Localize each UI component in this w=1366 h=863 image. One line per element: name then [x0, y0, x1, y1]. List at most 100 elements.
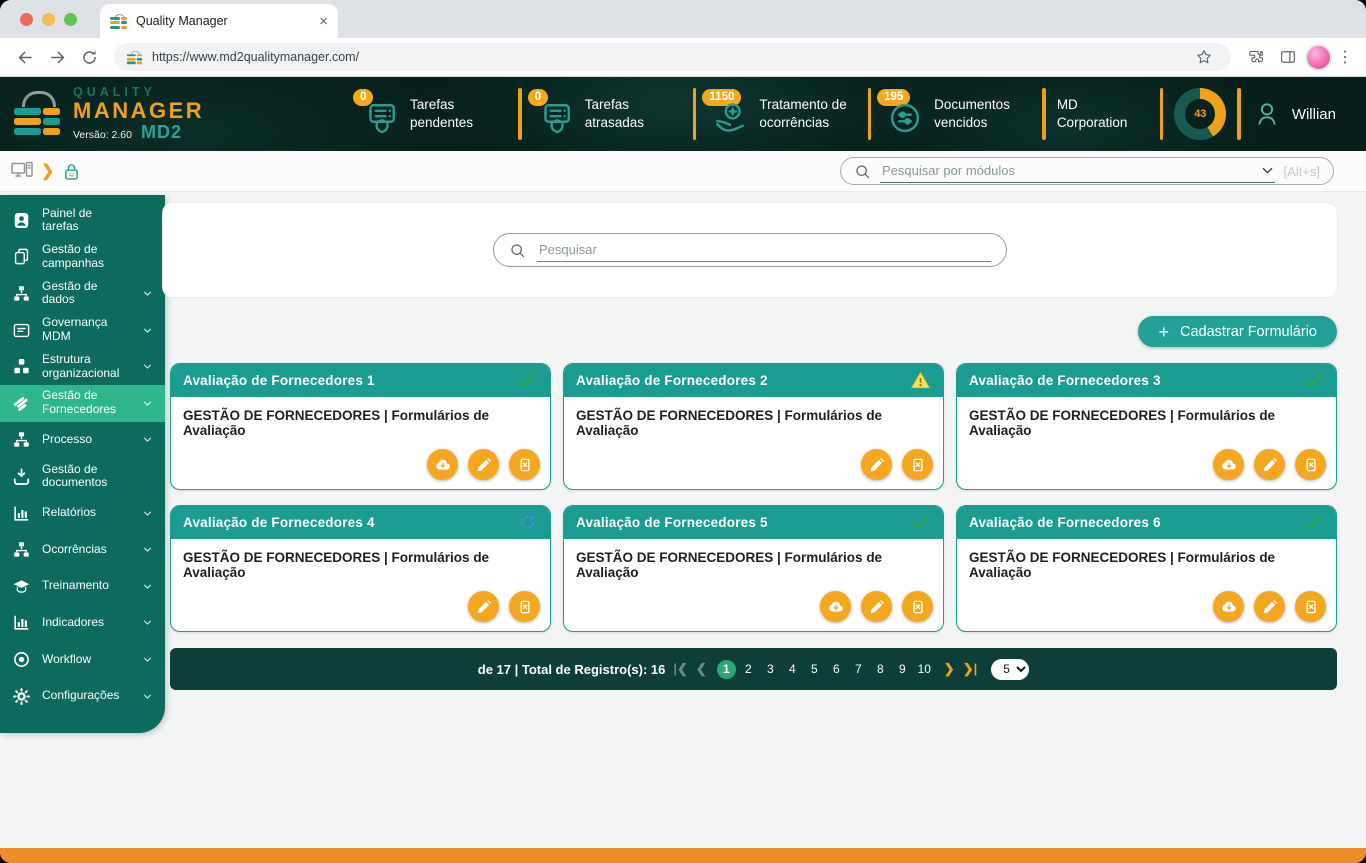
add-form-button-label: Cadastrar Formulário: [1180, 324, 1317, 340]
form-card-body: GESTÃO DE FORNECEDORES | Formulários de …: [957, 397, 1336, 489]
edit-button[interactable]: [861, 591, 892, 622]
header-nav-items: 0 Tarefas pendentes 0 Tarefas atrasadas …: [358, 88, 1057, 140]
sidebar-item-treinamento[interactable]: Treinamento: [0, 568, 165, 605]
form-card-title: Avaliação de Fornecedores 4: [183, 515, 375, 530]
form-card-actions: [468, 591, 540, 622]
header-separator: [868, 88, 872, 140]
delete-button[interactable]: [902, 591, 933, 622]
page-number-10[interactable]: 10: [915, 660, 934, 679]
form-card-header: Avaliação de Fornecedores 4: [171, 506, 550, 539]
edit-button[interactable]: [1254, 449, 1285, 480]
download-button[interactable]: [1213, 591, 1244, 622]
user-menu[interactable]: Willian: [1252, 99, 1336, 129]
download-button[interactable]: [820, 591, 851, 622]
form-card-actions: [861, 449, 933, 480]
page-size-select[interactable]: 5: [991, 659, 1029, 680]
sidebar-item-painel-de-tarefas[interactable]: Painel de tarefas: [0, 202, 165, 239]
delete-button[interactable]: [902, 449, 933, 480]
sidebar-item-workflow[interactable]: Workflow: [0, 641, 165, 678]
next-page-icon[interactable]: ❯: [940, 661, 959, 677]
form-card-body: GESTÃO DE FORNECEDORES | Formulários de …: [564, 539, 943, 631]
header-separator: [1237, 88, 1241, 140]
last-page-icon[interactable]: ❯|: [959, 661, 982, 677]
edit-button[interactable]: [468, 449, 499, 480]
nav-item-label: Documentos vencidos: [934, 96, 1027, 131]
header-nav-item[interactable]: 195 Documentos vencidos: [882, 92, 1031, 136]
sidebar-item-label: Relatórios: [42, 506, 131, 520]
sidebar-item-relatórios[interactable]: Relatórios: [0, 495, 165, 532]
sidebar-item-gestão-de-dados[interactable]: Gestão de dados: [0, 275, 165, 312]
company-name: MD Corporation: [1057, 96, 1149, 132]
first-page-icon[interactable]: |❮: [669, 661, 692, 677]
prev-page-icon[interactable]: ❮: [692, 661, 711, 677]
sidebar-item-gestão-de-documentos[interactable]: Gestão de documentos: [0, 458, 165, 495]
browser-tab[interactable]: Quality Manager ×: [100, 4, 338, 38]
window-controls: [20, 13, 77, 26]
forward-button[interactable]: [42, 43, 72, 71]
form-card-header: Avaliação de Fornecedores 3: [957, 364, 1336, 397]
header-nav-item[interactable]: 1150 Tratamento de ocorrências: [707, 92, 856, 136]
maximize-window-button[interactable]: [64, 13, 77, 26]
edit-button[interactable]: [1254, 591, 1285, 622]
page-number-9[interactable]: 9: [893, 660, 912, 679]
progress-donut-chart[interactable]: 43: [1174, 88, 1226, 140]
edit-button[interactable]: [861, 449, 892, 480]
sidebar-item-gestão-de-campanhas[interactable]: Gestão de campanhas: [0, 239, 165, 276]
download-button[interactable]: [427, 449, 458, 480]
add-form-button[interactable]: + Cadastrar Formulário: [1138, 316, 1337, 347]
sidebar-item-governança-mdm[interactable]: Governança MDM: [0, 312, 165, 349]
page-number-4[interactable]: 4: [783, 660, 802, 679]
workstation-icon[interactable]: [10, 159, 34, 183]
profile-avatar[interactable]: [1305, 44, 1332, 71]
sidebar-item-estrutura-organizacional[interactable]: Estrutura organizacional: [0, 348, 165, 385]
side-panel-icon[interactable]: [1273, 43, 1303, 71]
warning-status-icon: [910, 370, 931, 391]
chevron-down-icon[interactable]: [1260, 163, 1275, 178]
sidebar-item-indicadores[interactable]: Indicadores: [0, 605, 165, 642]
form-card-title: Avaliação de Fornecedores 6: [969, 515, 1161, 530]
close-window-button[interactable]: [20, 13, 33, 26]
page-number-3[interactable]: 3: [761, 660, 780, 679]
url-bar[interactable]: https://www.md2qualitymanager.com/: [114, 43, 1231, 71]
sidebar-item-icon: [12, 394, 31, 413]
sidebar-item-processo[interactable]: Processo: [0, 422, 165, 459]
sidebar-item-configurações[interactable]: Configurações: [0, 678, 165, 715]
delete-button[interactable]: [509, 591, 540, 622]
page-number-1[interactable]: 1: [717, 660, 736, 679]
delete-button[interactable]: [509, 449, 540, 480]
sidebar: Painel de tarefas Gestão de campanhas Ge…: [0, 195, 165, 733]
header-nav-item[interactable]: 0 Tarefas pendentes: [358, 92, 507, 136]
bookmark-star-icon[interactable]: [1189, 43, 1219, 71]
page-number-6[interactable]: 6: [827, 660, 846, 679]
expand-chevron-icon[interactable]: ❯: [41, 161, 54, 181]
form-card-body: GESTÃO DE FORNECEDORES | Formulários de …: [171, 539, 550, 631]
browser-menu-icon[interactable]: ⋮: [1334, 47, 1356, 67]
form-card-body: GESTÃO DE FORNECEDORES | Formulários de …: [564, 397, 943, 489]
page-number-7[interactable]: 7: [849, 660, 868, 679]
header-nav-item[interactable]: 0 Tarefas atrasadas: [533, 92, 682, 136]
search-icon: [509, 242, 526, 259]
forms-search[interactable]: [493, 233, 1007, 267]
sidebar-item-icon: [12, 540, 31, 559]
page-number-8[interactable]: 8: [871, 660, 890, 679]
page-number-2[interactable]: 2: [739, 660, 758, 679]
back-button[interactable]: [10, 43, 40, 71]
edit-button[interactable]: [468, 591, 499, 622]
form-card-subtitle: GESTÃO DE FORNECEDORES | Formulários de …: [969, 408, 1324, 438]
delete-button[interactable]: [1295, 449, 1326, 480]
module-search-input[interactable]: [880, 162, 1254, 179]
minimize-window-button[interactable]: [42, 13, 55, 26]
module-search[interactable]: [Alt+s]: [840, 157, 1334, 185]
sidebar-item-ocorrências[interactable]: Ocorrências: [0, 531, 165, 568]
reload-button[interactable]: [74, 43, 104, 71]
app-logo: QUALITY MANAGER Versão: 2.60 MD2: [14, 85, 336, 143]
download-button[interactable]: [1213, 449, 1244, 480]
lock-icon[interactable]: [61, 161, 82, 182]
delete-button[interactable]: [1295, 591, 1326, 622]
tab-close-icon[interactable]: ×: [319, 14, 328, 29]
sidebar-item-gestão-de-fornecedores[interactable]: Gestão de Fornecedores: [0, 385, 165, 422]
page-numbers: 12345678910: [717, 660, 934, 679]
extensions-icon[interactable]: [1241, 43, 1271, 71]
page-number-5[interactable]: 5: [805, 660, 824, 679]
forms-search-input[interactable]: [537, 241, 991, 258]
